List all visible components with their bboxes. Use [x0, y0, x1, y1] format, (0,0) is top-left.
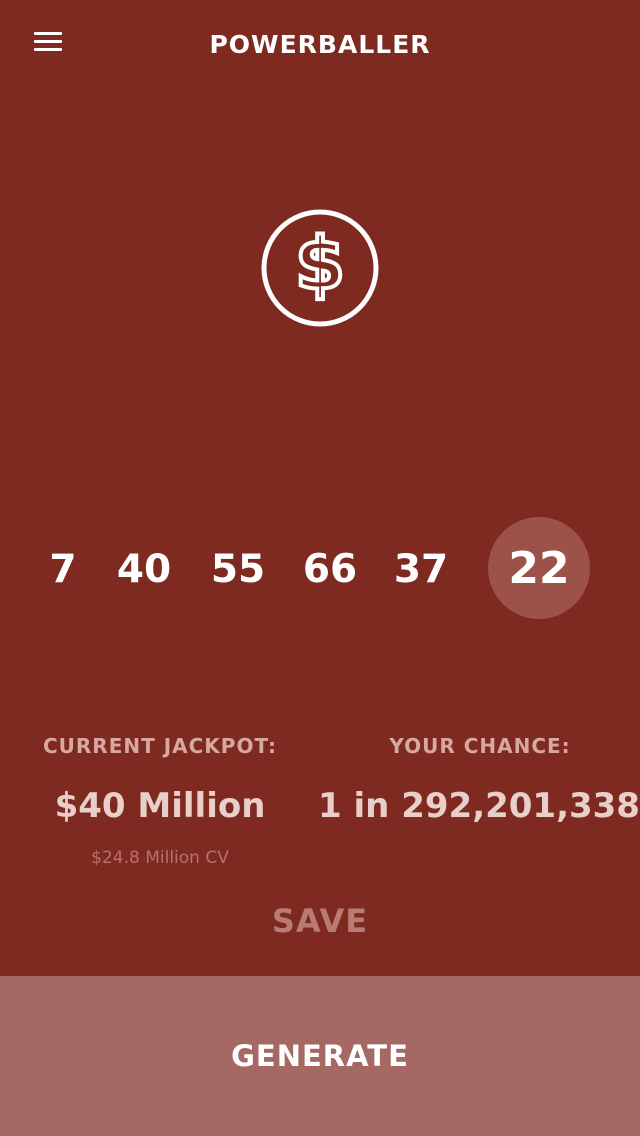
dollar-symbol: $ [295, 222, 345, 306]
jackpot-cash-value: $24.8 Million CV [91, 848, 229, 868]
generate-button[interactable]: GENERATE [0, 976, 640, 1136]
app-screen: POWERBALLER $ 7 40 55 66 37 22 CURRENT J… [0, 0, 640, 1136]
lottery-number-1: 7 [49, 547, 77, 592]
jackpot-label: CURRENT JACKPOT: [42, 734, 278, 758]
lottery-number-4: 66 [302, 547, 358, 592]
dollar-circle-icon: $ [261, 209, 379, 327]
jackpot-value: $40 Million [54, 786, 266, 826]
lottery-number-2: 40 [116, 547, 172, 592]
save-button[interactable]: SAVE [0, 902, 640, 940]
app-title: POWERBALLER [209, 30, 431, 59]
lottery-number-3: 55 [210, 547, 266, 592]
powerball-number: 22 [488, 517, 590, 619]
chance-label: YOUR CHANCE: [389, 734, 571, 758]
lottery-number-5: 37 [393, 547, 449, 592]
chance-value: 1 in 292,201,338 [318, 786, 640, 826]
